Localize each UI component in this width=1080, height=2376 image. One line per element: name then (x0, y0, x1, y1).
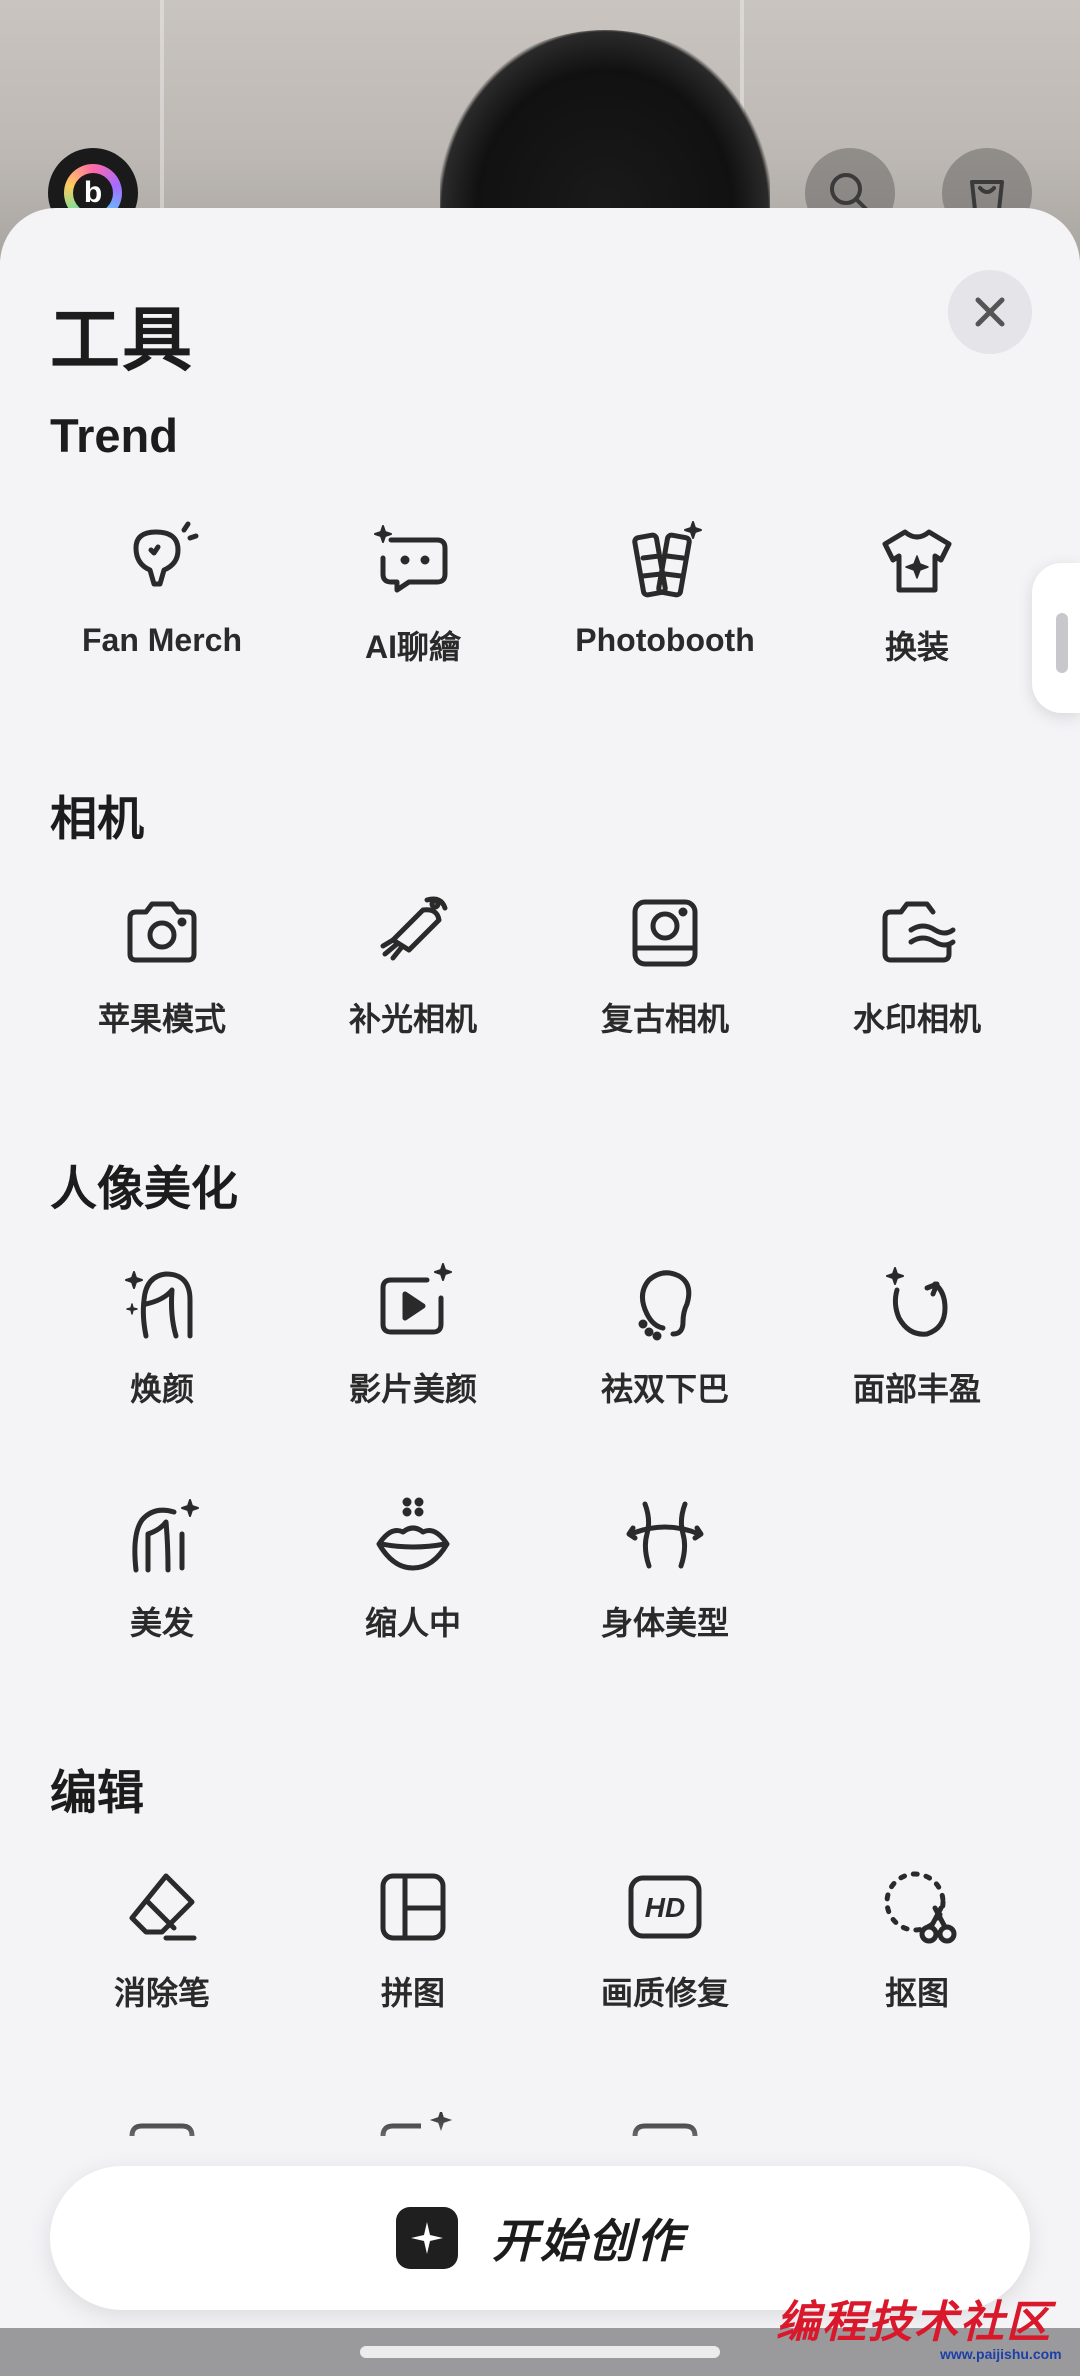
watermark-url: www.paijishu.com (940, 2346, 1062, 2362)
watermark: 编程技术社区 www.paijishu.com (770, 2286, 1080, 2376)
tool-fan-merch[interactable]: Fan Merch (37, 518, 287, 659)
tool-label: 抠图 (884, 1975, 949, 2011)
body-shape-icon (626, 1501, 704, 1569)
hd-icon: HD (628, 1875, 702, 1939)
tool-label: Photobooth (575, 622, 755, 658)
watermark-camera-icon (882, 901, 956, 963)
tool-outfit[interactable]: 换装 (792, 518, 1042, 668)
tool-label: 影片美颜 (348, 1371, 477, 1407)
tool-label: 面部丰盈 (852, 1371, 981, 1407)
tool-label: 水印相机 (852, 1001, 981, 1037)
photobooth-icon (632, 521, 702, 598)
close-icon (975, 297, 1005, 327)
section-title-portrait: 人像美化 (50, 1162, 238, 1215)
section-title-edit: 编辑 (50, 1766, 144, 1819)
tool-label: 祛双下巴 (600, 1371, 729, 1407)
tool-label: 缩人中 (364, 1605, 461, 1641)
watermark-text: 编程技术社区 (776, 2298, 1052, 2347)
tool-label: 拼图 (380, 1975, 445, 2011)
tool-face-plump[interactable]: 面部丰盈 (792, 1260, 1042, 1410)
tool-label: 苹果模式 (97, 1001, 226, 1037)
tool-eraser[interactable]: 消除笔 (37, 1864, 287, 2014)
tool-body-shape[interactable]: 身体美型 (540, 1494, 790, 1644)
logo-icon: b (73, 173, 113, 213)
tool-label: 换装 (884, 629, 949, 665)
tool-label: 补光相机 (348, 1001, 477, 1037)
tool-label: 焕颜 (129, 1371, 194, 1407)
tool-label: 身体美型 (600, 1605, 729, 1641)
tool-lips[interactable]: 缩人中 (288, 1494, 538, 1644)
sheet-title: 工具 (50, 301, 194, 379)
tool-label: Fan Merch (81, 622, 243, 658)
tool-retro-camera[interactable]: 复古相机 (540, 890, 790, 1040)
tool-watermark-camera[interactable]: 水印相机 (792, 890, 1042, 1040)
tool-label: AI聊繪 (364, 629, 461, 665)
face-plump-icon (886, 1267, 948, 1337)
hair-icon (132, 1499, 199, 1573)
tool-apple-mode[interactable]: 苹果模式 (37, 890, 287, 1040)
tool-cutout[interactable]: 抠图 (792, 1864, 1042, 2014)
tool-label: 消除笔 (113, 1975, 210, 2011)
face-glow-icon (125, 1271, 193, 1339)
ai-chat-icon (374, 525, 448, 593)
cutout-icon (884, 1871, 957, 1944)
section-title-camera: 相机 (50, 792, 144, 845)
tool-label: 复古相机 (600, 1001, 729, 1037)
collage-icon (380, 1873, 446, 1941)
tool-collage[interactable]: 拼图 (288, 1864, 538, 2014)
lips-icon (376, 1497, 450, 1571)
svg-text:HD: HD (645, 1892, 685, 1923)
outfit-icon (882, 529, 952, 593)
tool-fill-light[interactable]: 补光相机 (288, 890, 538, 1040)
sparkle-icon (396, 2207, 458, 2269)
tool-video-beauty[interactable]: 影片美颜 (288, 1260, 538, 1410)
tool-photobooth[interactable]: Photobooth (540, 518, 790, 659)
fan-merch-icon (133, 521, 199, 587)
tool-ai-chat[interactable]: AI聊繪 (288, 518, 538, 668)
tools-sheet: 工具 Trend Fan Merch AI聊繪 Photobooth 换装 相机… (0, 208, 1080, 2328)
close-button[interactable] (948, 270, 1032, 354)
start-creating-label: 开始创作 (492, 2215, 684, 2267)
tool-label: 美发 (129, 1605, 194, 1641)
tool-double-chin[interactable]: 祛双下巴 (540, 1260, 790, 1410)
camera-icon (127, 901, 197, 963)
tool-label: 画质修复 (600, 1975, 729, 2011)
section-title-trend: Trend (50, 409, 178, 462)
retro-camera-icon (632, 899, 698, 967)
tool-hd-repair[interactable]: HD 画质修复 (540, 1864, 790, 2014)
video-beauty-icon (380, 1263, 452, 1335)
fill-light-icon (380, 896, 448, 961)
double-chin-icon (638, 1270, 692, 1341)
home-indicator[interactable] (360, 2346, 720, 2358)
eraser-icon (129, 1873, 197, 1941)
tool-hair[interactable]: 美发 (37, 1494, 287, 1644)
tool-face-glow[interactable]: 焕颜 (37, 1260, 287, 1410)
